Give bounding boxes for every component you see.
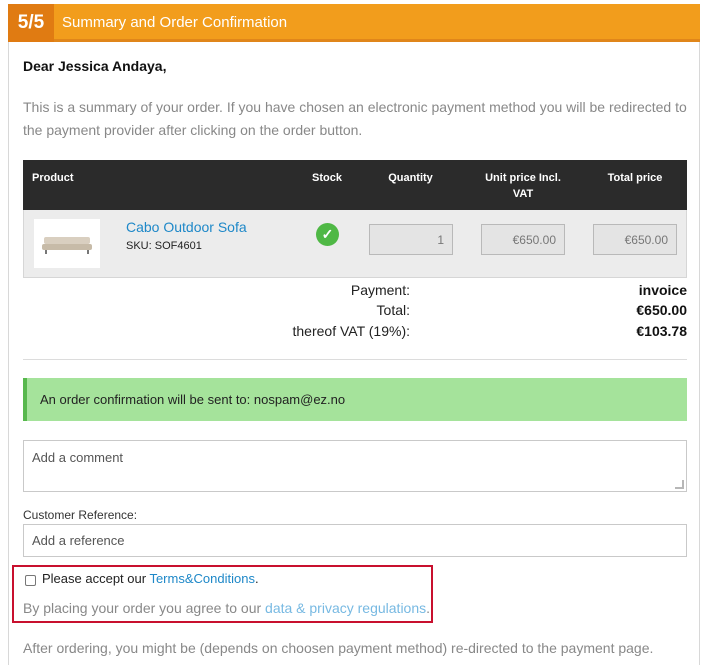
product-sku: SKU: SOF4601 bbox=[126, 240, 202, 252]
terms-link[interactable]: Terms&Conditions bbox=[149, 571, 255, 586]
privacy-text: By placing your order you agree to our d… bbox=[23, 600, 430, 616]
unit-price-field: €650.00 bbox=[481, 224, 565, 255]
vat-value: €103.78 bbox=[636, 323, 687, 339]
col-quantity: Quantity bbox=[388, 172, 433, 184]
terms-checkbox[interactable] bbox=[25, 575, 36, 586]
customer-reference-input[interactable]: Add a reference bbox=[23, 524, 687, 557]
page-title: Summary and Order Confirmation bbox=[62, 14, 288, 31]
step-indicator: 5/5 bbox=[8, 4, 54, 42]
privacy-suffix: . bbox=[426, 600, 431, 616]
table-row: Cabo Outdoor Sofa SKU: SOF4601 ✓ 1 €650.… bbox=[23, 210, 687, 278]
intro-text: This is a summary of your order. If you … bbox=[23, 99, 687, 138]
terms-prefix: Please accept our bbox=[42, 571, 150, 586]
terms-highlight-box: Please accept our Terms&Conditions. By p… bbox=[12, 565, 433, 623]
greeting: Dear Jessica Andaya, bbox=[23, 58, 167, 74]
quantity-field[interactable]: 1 bbox=[369, 224, 453, 255]
payment-label: Payment: bbox=[350, 282, 410, 298]
total-price-field: €650.00 bbox=[593, 224, 677, 255]
terms-suffix: . bbox=[254, 571, 259, 586]
terms-label: Please accept our Terms&Conditions. bbox=[42, 571, 259, 586]
customer-reference-label: Customer Reference: bbox=[23, 508, 138, 522]
divider bbox=[23, 359, 687, 360]
col-unit-price: Unit price Incl. VAT bbox=[485, 172, 561, 200]
check-circle-icon: ✓ bbox=[316, 223, 339, 246]
comment-textarea[interactable]: Add a comment bbox=[23, 440, 687, 492]
privacy-link[interactable]: data & privacy regulations bbox=[265, 600, 426, 616]
payment-value: invoice bbox=[638, 282, 687, 298]
after-ordering-text: After ordering, you might be (depends on… bbox=[23, 640, 654, 656]
product-thumbnail[interactable] bbox=[34, 219, 100, 268]
order-table-header: Product Stock Quantity Unit price Incl. … bbox=[23, 160, 687, 210]
total-label: Total: bbox=[376, 302, 410, 318]
comment-placeholder: Add a comment bbox=[32, 450, 124, 465]
col-total-price: Total price bbox=[607, 172, 663, 184]
total-value: €650.00 bbox=[636, 302, 687, 318]
step-header: 5/5 Summary and Order Confirmation bbox=[8, 4, 700, 42]
col-stock: Stock bbox=[312, 172, 342, 184]
product-name-link[interactable]: Cabo Outdoor Sofa bbox=[126, 219, 247, 235]
col-product: Product bbox=[32, 172, 74, 184]
privacy-prefix: By placing your order you agree to our bbox=[23, 600, 266, 616]
resize-handle-icon[interactable] bbox=[675, 480, 684, 489]
vat-label: thereof VAT (19%): bbox=[292, 323, 411, 339]
order-confirmation-notice: An order confirmation will be sent to: n… bbox=[23, 378, 687, 421]
